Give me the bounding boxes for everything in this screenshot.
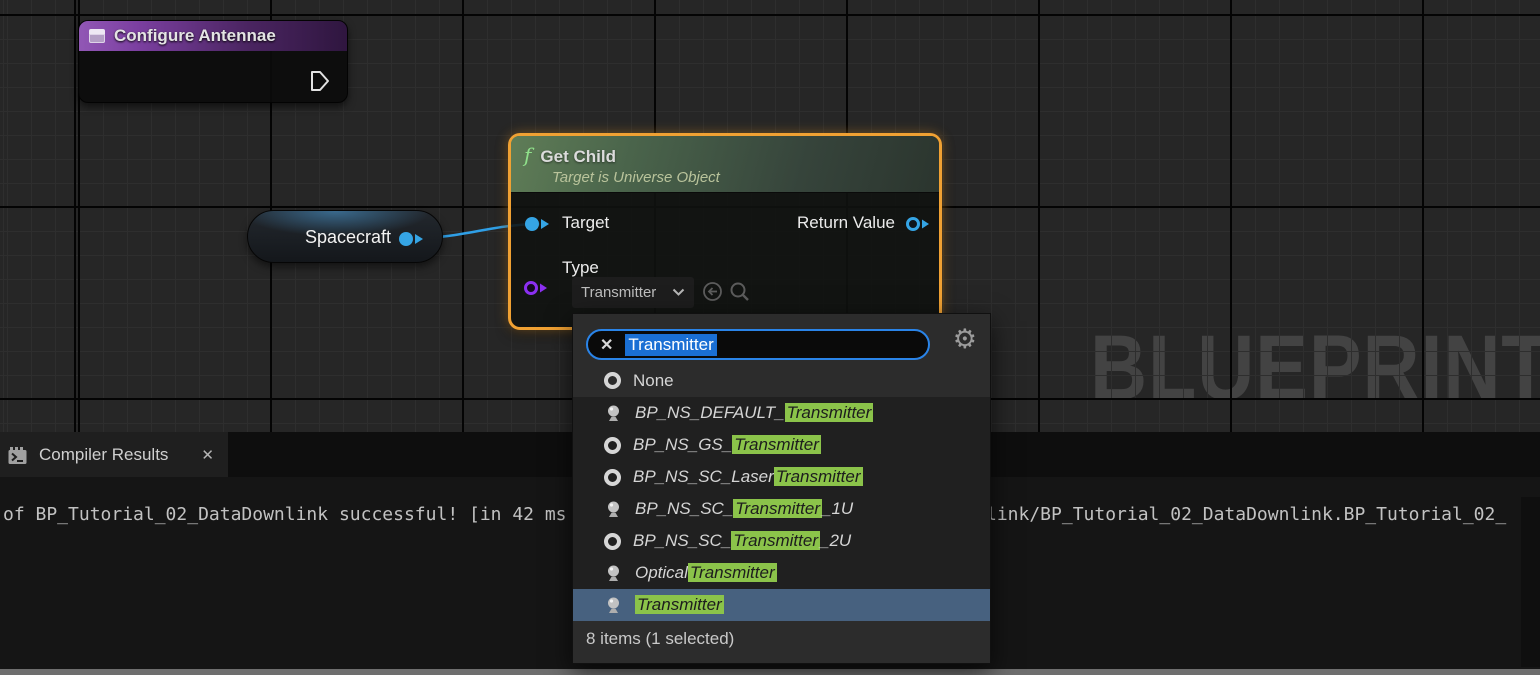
pawn-class-icon: [604, 404, 623, 423]
class-option[interactable]: BP_NS_SC_LaserTransmitter: [573, 461, 990, 493]
object-ring-icon: [604, 437, 621, 454]
return-value-label: Return Value: [797, 213, 895, 233]
close-icon[interactable]: ✕: [201, 446, 214, 464]
tab-label: Compiler Results: [39, 445, 168, 465]
node-header: Configure Antennae: [79, 21, 347, 51]
class-option[interactable]: BP_NS_SC_Transmitter_2U: [573, 525, 990, 557]
option-label: Transmitter: [635, 595, 724, 615]
target-input-pin[interactable]: [524, 216, 552, 233]
search-row: ✕ Transmitter ⚙: [573, 314, 990, 364]
chevron-down-icon: [672, 288, 685, 297]
function-icon: f: [524, 143, 531, 167]
object-output-pin[interactable]: [398, 231, 426, 248]
class-input-pin[interactable]: [522, 280, 550, 297]
option-label: BP_NS_SC_Transmitter_1U: [635, 499, 853, 519]
clear-search-icon[interactable]: ✕: [600, 335, 613, 355]
exec-output-pin[interactable]: [309, 69, 331, 93]
tab-compiler-results[interactable]: Compiler Results ✕: [0, 432, 228, 477]
compiler-log-line-right: link/BP_Tutorial_02_DataDownlink.BP_Tuto…: [986, 504, 1506, 525]
node-configure-antennae[interactable]: Configure Antennae: [78, 20, 348, 103]
node-title: Configure Antennae: [114, 26, 276, 46]
search-input[interactable]: ✕ Transmitter: [586, 329, 930, 360]
object-ring-icon: [604, 469, 621, 486]
type-dropdown[interactable]: Transmitter: [572, 277, 694, 308]
class-option-list: BP_NS_DEFAULT_Transmitter BP_NS_GS_Trans…: [573, 397, 990, 621]
browse-search-icon[interactable]: [729, 281, 751, 303]
class-option[interactable]: BP_NS_DEFAULT_Transmitter: [573, 397, 990, 429]
node-title: Get Child: [540, 147, 616, 167]
option-label: BP_NS_DEFAULT_Transmitter: [635, 403, 873, 423]
target-pin-label: Target: [562, 213, 609, 233]
pawn-class-icon: [604, 564, 623, 583]
option-label: BP_NS_SC_Transmitter_2U: [633, 531, 851, 551]
option-label: OpticalTransmitter: [635, 563, 777, 583]
class-option-selected[interactable]: Transmitter: [573, 589, 990, 621]
compiler-log-icon: [6, 444, 28, 466]
node-get-child[interactable]: f Get Child Target is Universe Object Ta…: [508, 133, 942, 330]
object-ring-icon: [604, 372, 621, 389]
picker-status-text: 8 items (1 selected): [573, 621, 990, 649]
pawn-class-icon: [604, 596, 623, 615]
search-input-value[interactable]: Transmitter: [625, 334, 716, 356]
variable-name: Spacecraft: [305, 227, 391, 248]
object-ring-icon: [604, 533, 621, 550]
class-option[interactable]: BP_NS_GS_Transmitter: [573, 429, 990, 461]
node-header: f Get Child Target is Universe Object: [511, 136, 939, 193]
return-value-output-pin[interactable]: [904, 216, 932, 233]
horizontal-scrollbar[interactable]: [0, 669, 1540, 675]
type-dropdown-value: Transmitter: [581, 284, 656, 301]
node-subtitle: Target is Universe Object: [552, 169, 927, 186]
gear-icon[interactable]: ⚙: [953, 324, 977, 355]
option-label: BP_NS_SC_LaserTransmitter: [633, 467, 863, 487]
pawn-class-icon: [604, 500, 623, 519]
use-selected-asset-icon[interactable]: [702, 281, 723, 302]
option-label: None: [633, 371, 674, 391]
option-label: BP_NS_GS_Transmitter: [633, 435, 821, 455]
type-pin-label: Type: [562, 258, 599, 278]
collapsed-graph-icon: [89, 29, 105, 43]
class-option[interactable]: OpticalTransmitter: [573, 557, 990, 589]
node-spacecraft-getter[interactable]: Spacecraft: [247, 210, 443, 263]
class-option[interactable]: BP_NS_SC_Transmitter_1U: [573, 493, 990, 525]
vertical-scrollbar[interactable]: [1521, 497, 1540, 667]
class-picker-dropdown: ✕ Transmitter ⚙ None BP_NS_DEFAULT_Trans…: [572, 313, 991, 664]
class-option-none[interactable]: None: [573, 364, 990, 397]
compiler-log-line-left: of BP_Tutorial_02_DataDownlink successfu…: [3, 504, 567, 525]
blueprint-editor: BLUEPRINT Configure Antennae Spacecraft: [0, 0, 1540, 675]
